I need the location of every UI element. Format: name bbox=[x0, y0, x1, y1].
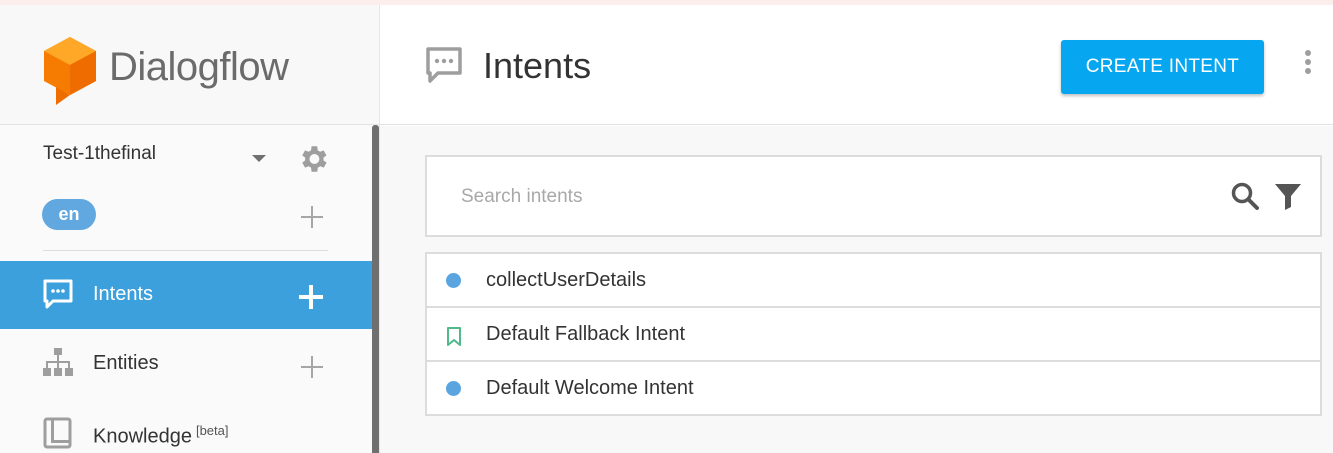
search-box bbox=[425, 155, 1322, 237]
intent-name[interactable]: Default Welcome Intent bbox=[486, 377, 694, 400]
sidebar-item-entities[interactable]: Entities bbox=[0, 329, 372, 397]
sidebar-item-label: Knowledge [beta] bbox=[93, 423, 229, 449]
sidebar-divider bbox=[43, 250, 328, 251]
filter-icon[interactable] bbox=[1273, 181, 1303, 211]
intent-list: collectUserDetails Default Fallback Inte… bbox=[425, 252, 1322, 416]
intent-name[interactable]: Default Fallback Intent bbox=[486, 323, 685, 346]
language-badge[interactable]: en bbox=[42, 199, 96, 230]
add-language-icon[interactable] bbox=[301, 206, 323, 228]
sidebar-item-label: Entities bbox=[93, 352, 159, 374]
dialogflow-logo-icon bbox=[44, 37, 96, 105]
sidebar-item-knowledge[interactable]: Knowledge [beta] bbox=[0, 397, 372, 453]
knowledge-label: Knowledge bbox=[93, 425, 192, 448]
page-title: Intents bbox=[483, 45, 592, 86]
main-content: collectUserDetails Default Fallback Inte… bbox=[380, 126, 1333, 453]
create-intent-button[interactable]: CREATE INTENT bbox=[1061, 40, 1264, 94]
more-options-icon[interactable] bbox=[1302, 50, 1314, 80]
page-header: Intents CREATE INTENT bbox=[380, 5, 1333, 125]
sidebar: Dialogflow Test-1thefinal en Intents Ent… bbox=[0, 5, 380, 453]
agent-name[interactable]: Test-1thefinal bbox=[43, 143, 156, 165]
search-input[interactable] bbox=[461, 181, 1201, 213]
logo-area: Dialogflow bbox=[0, 5, 379, 125]
intent-row-default-welcome[interactable]: Default Welcome Intent bbox=[425, 360, 1322, 416]
add-entity-icon[interactable] bbox=[301, 356, 323, 378]
agent-dropdown-icon[interactable] bbox=[252, 155, 266, 162]
intent-dot-icon bbox=[446, 381, 461, 396]
beta-badge: [beta] bbox=[195, 423, 229, 438]
intent-row-default-fallback[interactable]: Default Fallback Intent bbox=[425, 306, 1322, 362]
bookmark-icon bbox=[447, 327, 461, 346]
intent-dot-icon bbox=[446, 273, 461, 288]
sidebar-scrollbar[interactable] bbox=[372, 125, 379, 453]
settings-gear-icon[interactable] bbox=[296, 142, 330, 176]
book-icon bbox=[43, 417, 72, 449]
chat-bubble-icon bbox=[426, 47, 462, 83]
chat-bubble-icon bbox=[43, 279, 73, 309]
add-intent-icon[interactable] bbox=[299, 285, 323, 309]
intent-name[interactable]: collectUserDetails bbox=[486, 269, 646, 292]
intent-row-collect-user-details[interactable]: collectUserDetails bbox=[425, 252, 1322, 308]
sidebar-item-label: Intents bbox=[93, 283, 154, 305]
sidebar-item-intents[interactable]: Intents bbox=[0, 261, 372, 329]
hierarchy-icon bbox=[43, 348, 73, 376]
app-name: Dialogflow bbox=[109, 45, 289, 89]
search-icon[interactable] bbox=[1230, 181, 1260, 211]
